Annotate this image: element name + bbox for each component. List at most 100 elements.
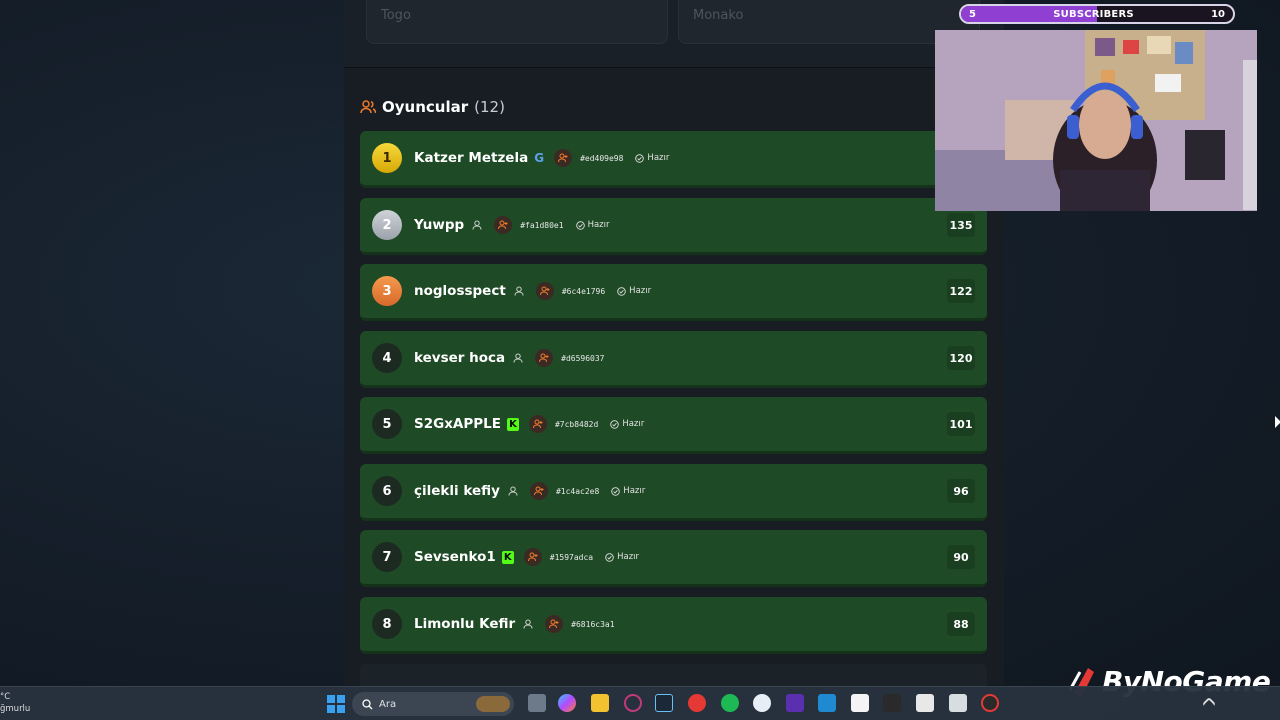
country-1-label: Togo — [381, 8, 411, 23]
taskbar-search[interactable]: Ara — [352, 692, 514, 716]
ready-status: Hazır — [610, 419, 644, 429]
player-name: Yuwpp — [414, 217, 465, 233]
ready-label: Hazır — [623, 486, 646, 496]
add-friend-icon[interactable] — [545, 615, 564, 633]
add-friend-icon[interactable] — [523, 548, 542, 566]
app-gray-icon[interactable] — [949, 694, 967, 712]
subscriber-goal-bar: 5 SUBSCRIBERS 10 — [959, 4, 1235, 24]
check-circle-icon — [617, 286, 626, 296]
player-score: 90 — [947, 545, 975, 569]
player-name: Katzer Metzela — [414, 150, 529, 166]
webcam-overlay — [935, 30, 1257, 211]
players-title: Oyuncular — [382, 98, 469, 116]
player-row[interactable]: 7 Sevsenko1 K #1597adca Hazır 90 — [360, 530, 987, 587]
country-card: Togo Monako — [344, 0, 1004, 68]
mouse-cursor-icon — [1275, 416, 1280, 428]
vscode-icon[interactable] — [818, 694, 836, 712]
check-circle-icon — [611, 486, 621, 496]
ready-label: Hazır — [647, 153, 670, 163]
user-icon — [470, 218, 484, 232]
google-icon: G — [534, 151, 545, 165]
player-row[interactable]: 1 Katzer Metzela G #ed409e98 Hazır — [360, 131, 987, 188]
player-rank: 3 — [372, 276, 402, 306]
player-rank: 4 — [372, 343, 402, 373]
copilot-icon[interactable] — [558, 694, 576, 712]
country-2-label: Monako — [693, 8, 744, 23]
player-name: çilekli kefiy — [414, 483, 500, 499]
search-icon — [362, 698, 373, 709]
add-friend-icon[interactable] — [494, 216, 513, 234]
steam-icon[interactable] — [655, 694, 673, 712]
players-count: (12) — [474, 98, 505, 116]
tray-chevron-icon[interactable] — [1201, 696, 1217, 712]
users-icon — [360, 100, 376, 114]
player-row[interactable]: 8 Limonlu Kefir #6816c3a1 88 — [360, 597, 987, 654]
weather-desc: ğmurlu — [0, 704, 31, 714]
ready-status: Hazır — [611, 486, 645, 496]
player-id: #7cb8482d — [554, 419, 599, 429]
player-row[interactable]: 6 çilekli kefiy #1c4ac2e8 Hazır 96 — [360, 464, 987, 521]
file-explorer-icon[interactable] — [591, 694, 609, 712]
ready-label: Hazır — [629, 286, 652, 296]
kick-icon: K — [501, 550, 514, 564]
add-friend-icon[interactable] — [535, 282, 554, 300]
search-placeholder: Ara — [379, 698, 397, 710]
epic-games-icon[interactable] — [883, 694, 901, 712]
player-id: #6c4e1796 — [561, 286, 606, 296]
player-score: 88 — [947, 612, 975, 636]
notion-icon[interactable] — [851, 694, 869, 712]
player-rank: 6 — [372, 476, 402, 506]
ready-label: Hazır — [622, 419, 645, 429]
subscriber-goal: 10 — [1211, 8, 1225, 20]
player-rank: 1 — [372, 143, 402, 173]
weather-temp: °C — [0, 692, 11, 702]
jetbrains-icon[interactable] — [786, 694, 804, 712]
player-score: 101 — [947, 412, 975, 436]
player-row[interactable]: 3 noglosspect #6c4e1796 Hazır 122 — [360, 264, 987, 321]
ready-label: Hazır — [617, 552, 640, 562]
opera-icon[interactable] — [624, 694, 642, 712]
check-circle-icon — [635, 153, 645, 163]
user-icon — [521, 617, 535, 631]
player-id: #fa1d80e1 — [520, 220, 564, 230]
windows-taskbar: °C ğmurlu Ara — [0, 686, 1280, 720]
spotify-icon[interactable] — [721, 694, 739, 712]
country-field-1[interactable]: Togo — [366, 0, 668, 44]
webcam-image — [935, 30, 1257, 211]
obs-icon[interactable] — [981, 694, 999, 712]
app-compass-icon[interactable] — [753, 694, 771, 712]
add-friend-icon[interactable] — [535, 349, 554, 367]
subscriber-current: 5 — [969, 8, 976, 20]
app-white-icon[interactable] — [916, 694, 934, 712]
add-friend-icon[interactable] — [529, 482, 548, 500]
check-circle-icon — [610, 419, 620, 429]
player-id: #6816c3a1 — [571, 619, 615, 629]
player-rank: 2 — [372, 210, 402, 240]
user-icon — [506, 484, 520, 498]
add-friend-icon[interactable] — [554, 149, 573, 167]
windows-start-icon[interactable] — [327, 695, 345, 713]
check-circle-icon — [575, 220, 585, 230]
player-name: noglosspect — [414, 283, 506, 299]
player-name: kevser hoca — [414, 350, 506, 366]
add-friend-icon[interactable] — [528, 415, 547, 433]
user-icon — [512, 284, 526, 298]
player-id: #1597adca — [549, 552, 594, 562]
task-view-icon[interactable] — [528, 694, 546, 712]
kick-icon: K — [506, 417, 519, 431]
player-rank: 5 — [372, 409, 402, 439]
user-icon — [511, 351, 525, 365]
weather-widget[interactable]: °C ğmurlu — [0, 691, 30, 715]
player-score: 120 — [947, 346, 975, 370]
player-id: #1c4ac2e8 — [555, 486, 600, 496]
players-header: Oyuncular (12) — [360, 98, 505, 116]
search-highlight-icon — [476, 696, 510, 712]
player-name: Sevsenko1 — [414, 549, 496, 565]
player-row[interactable]: 4 kevser hoca #d6596037 120 — [360, 331, 987, 388]
player-row[interactable]: 2 Yuwpp #fa1d80e1 Hazır 135 — [360, 198, 987, 255]
ready-status: Hazır — [635, 153, 669, 163]
player-name: Limonlu Kefir — [414, 616, 516, 632]
check-circle-icon — [605, 552, 614, 562]
app-red-icon[interactable] — [688, 694, 706, 712]
player-row[interactable]: 5 S2GxAPPLE K #7cb8482d Hazır 101 — [360, 397, 987, 454]
